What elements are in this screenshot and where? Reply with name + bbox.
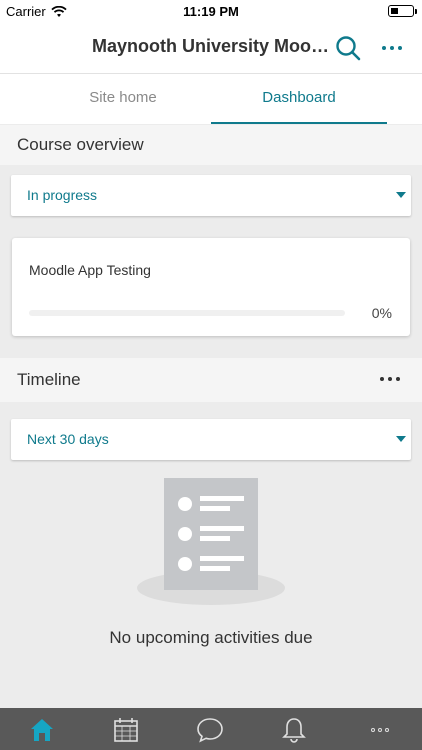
bottom-navigation: [0, 708, 422, 750]
course-filter-value: In progress: [27, 187, 98, 203]
bell-icon: [282, 718, 306, 743]
battery-icon: [388, 5, 417, 17]
calendar-icon: [114, 718, 138, 742]
timeline-title: Timeline: [17, 370, 81, 389]
course-filter-select[interactable]: In progress: [11, 175, 411, 216]
header-more-button[interactable]: [376, 34, 408, 62]
nav-home-button[interactable]: [28, 716, 56, 744]
search-button[interactable]: [334, 34, 362, 62]
caret-down-icon: [396, 436, 406, 442]
tab-dashboard[interactable]: Dashboard: [211, 74, 387, 124]
nav-messages-button[interactable]: [196, 716, 224, 744]
more-icon: [371, 728, 375, 732]
nav-calendar-button[interactable]: [112, 716, 140, 744]
status-time: 11:19 PM: [183, 4, 239, 19]
course-progress-label: 0%: [371, 305, 392, 321]
timeline-heading: Timeline: [0, 358, 422, 402]
more-dots-icon: [380, 377, 384, 381]
course-overview-heading: Course overview: [0, 125, 422, 165]
caret-down-icon: [396, 192, 406, 198]
course-card[interactable]: Moodle App Testing 0%: [12, 238, 410, 336]
messages-icon: [197, 718, 223, 743]
page-title: Maynooth University Moodl...: [92, 36, 332, 56]
status-bar: Carrier 11:19 PM: [0, 0, 422, 22]
timeline-filter-value: Next 30 days: [27, 431, 109, 447]
search-icon: [336, 36, 361, 61]
more-dots-icon: [382, 46, 386, 50]
course-progress-bar: [29, 310, 345, 316]
nav-more-button[interactable]: [366, 716, 394, 744]
home-icon: [31, 719, 53, 741]
empty-list-icon: [137, 478, 285, 605]
tab-site-home[interactable]: Site home: [35, 74, 211, 124]
app-header: Maynooth University Moodl...: [0, 22, 422, 74]
course-name: Moodle App Testing: [29, 262, 151, 278]
empty-timeline-message: No upcoming activities due: [109, 628, 313, 647]
nav-notifications-button[interactable]: [280, 716, 308, 744]
timeline-more-button[interactable]: [380, 377, 400, 381]
timeline-filter-select[interactable]: Next 30 days: [11, 419, 411, 460]
tab-bar: Site home Dashboard: [0, 74, 422, 124]
